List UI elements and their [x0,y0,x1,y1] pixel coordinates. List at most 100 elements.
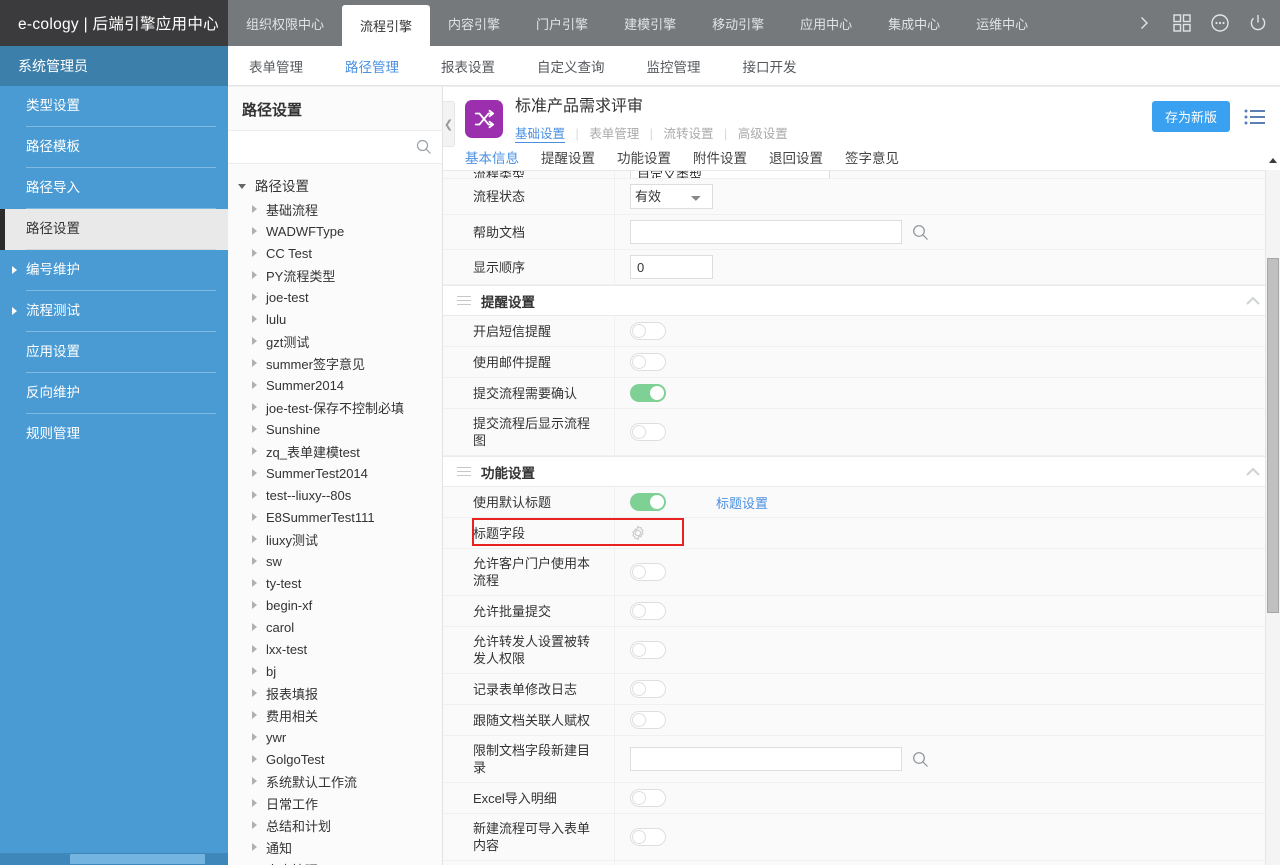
triangle-right-icon[interactable] [252,271,257,279]
triangle-right-icon[interactable] [252,689,257,697]
triangle-right-icon[interactable] [252,337,257,345]
sidebar-item-rule-mgmt[interactable]: 规则管理 [0,414,228,454]
tree-node[interactable]: SummerTest2014 [228,462,442,484]
subtab-path-mgmt[interactable]: 路径管理 [324,56,420,76]
top-tab-portal[interactable]: 门户引擎 [518,0,606,46]
tree-node[interactable]: CC Test [228,242,442,264]
save-as-new-version-button[interactable]: 存为新版 [1151,101,1230,132]
breadcrumb-advanced-settings[interactable]: 高级设置 [738,127,788,141]
email-remind-toggle[interactable] [630,353,666,371]
triangle-right-icon[interactable] [252,821,257,829]
subtab-api-dev[interactable]: 接口开发 [722,56,818,76]
tree-node[interactable]: E8SummerTest111 [228,506,442,528]
sidebar-item-number-maintenance[interactable]: 编号维护 [0,250,228,291]
excel-import-toggle[interactable] [630,789,666,807]
process-status-select[interactable]: 有效 [630,184,713,209]
sidebar-item-app-settings[interactable]: 应用设置 [0,332,228,373]
doc-relation-permission-toggle[interactable] [630,711,666,729]
tree-node[interactable]: lulu [228,308,442,330]
panel-collapse-handle[interactable]: ❮ [443,101,455,147]
tree-node[interactable]: PY流程类型 [228,264,442,286]
triangle-right-icon[interactable] [252,249,257,257]
tree-node[interactable]: 费用相关 [228,704,442,726]
subtab-custom-query[interactable]: 自定义查询 [516,56,626,76]
scrollbar-thumb[interactable] [1267,258,1279,613]
breadcrumb-flow-settings[interactable]: 流转设置 [663,127,713,141]
triangle-right-icon[interactable] [252,359,257,367]
forward-permission-toggle[interactable] [630,641,666,659]
scroll-up-arrow[interactable] [1269,158,1277,163]
show-flowchart-toggle[interactable] [630,423,666,441]
triangle-right-icon[interactable] [252,601,257,609]
submit-confirm-toggle[interactable] [630,384,666,402]
tab-signature-comments[interactable]: 签字意见 [845,147,911,172]
tree-search-input[interactable] [228,131,442,163]
sidebar-item-path-import[interactable]: 路径导入 [0,168,228,209]
section-header-remind-settings[interactable]: 提醒设置 [443,285,1280,316]
triangle-right-icon[interactable] [252,469,257,477]
help-doc-input[interactable] [630,220,902,244]
tree-node[interactable]: 总结和计划 [228,814,442,836]
power-icon[interactable] [1246,11,1270,35]
triangle-right-icon[interactable] [252,491,257,499]
triangle-right-icon[interactable] [252,645,257,653]
tree-node[interactable]: gzt测试 [228,330,442,352]
tree-node[interactable]: sw [228,550,442,572]
tree-node[interactable]: begin-xf [228,594,442,616]
sms-remind-toggle[interactable] [630,322,666,340]
triangle-right-icon[interactable] [252,425,257,433]
grid-icon[interactable] [1170,11,1194,35]
triangle-right-icon[interactable] [252,381,257,389]
tree-node[interactable]: 日常工作 [228,792,442,814]
chevron-up-icon[interactable] [1246,464,1260,479]
scrollbar-thumb[interactable] [70,854,205,864]
triangle-right-icon[interactable] [252,799,257,807]
tree-node[interactable]: ywr [228,726,442,748]
top-tab-integration[interactable]: 集成中心 [870,0,958,46]
subtab-report-settings[interactable]: 报表设置 [420,56,516,76]
tree-node[interactable]: summer签字意见 [228,352,442,374]
tree-node[interactable]: joe-test-保存不控制必填 [228,396,442,418]
top-tab-org[interactable]: 组织权限中心 [228,0,342,46]
client-portal-toggle[interactable] [630,563,666,581]
subtab-monitor-mgmt[interactable]: 监控管理 [626,56,722,76]
sidebar-item-type-settings[interactable]: 类型设置 [0,86,228,127]
top-tab-ops[interactable]: 运维中心 [958,0,1046,46]
batch-submit-toggle[interactable] [630,602,666,620]
triangle-right-icon[interactable] [252,579,257,587]
chevron-up-icon[interactable] [1246,293,1260,308]
tree-node[interactable]: lxx-test [228,638,442,660]
title-settings-link[interactable]: 标题设置 [716,493,768,512]
triangle-right-icon[interactable] [252,293,257,301]
sidebar-item-path-settings[interactable]: 路径设置 [0,209,228,250]
sidebar-item-path-template[interactable]: 路径模板 [0,127,228,168]
tree-node[interactable]: bj [228,660,442,682]
tab-function-settings[interactable]: 功能设置 [617,147,683,172]
search-icon[interactable] [416,139,432,155]
triangle-right-icon[interactable] [252,315,257,323]
tree-node[interactable]: zq_表单建模test [228,440,442,462]
more-icon[interactable] [1208,11,1232,35]
triangle-right-icon[interactable] [252,711,257,719]
sidebar-horizontal-scrollbar[interactable] [0,853,228,865]
top-tab-mobile[interactable]: 移动引擎 [694,0,782,46]
triangle-right-icon[interactable] [252,733,257,741]
triangle-right-icon[interactable] [252,777,257,785]
tree-node[interactable]: 系统默认工作流 [228,770,442,792]
triangle-right-icon[interactable] [252,205,257,213]
triangle-right-icon[interactable] [252,557,257,565]
top-tab-appcenter[interactable]: 应用中心 [782,0,870,46]
triangle-right-icon[interactable] [252,667,257,675]
triangle-right-icon[interactable] [252,227,257,235]
triangle-right-icon[interactable] [252,623,257,631]
triangle-right-icon[interactable] [252,447,257,455]
triangle-right-icon[interactable] [252,513,257,521]
triangle-right-icon[interactable] [252,843,257,851]
search-icon[interactable] [912,751,929,768]
triangle-right-icon[interactable] [252,535,257,543]
triangle-right-icon[interactable] [252,755,257,763]
breadcrumb-form-mgmt[interactable]: 表单管理 [589,127,639,141]
content-vertical-scrollbar[interactable] [1265,158,1280,865]
tree-node[interactable]: joe-test [228,286,442,308]
restrict-doc-dir-input[interactable] [630,747,902,771]
